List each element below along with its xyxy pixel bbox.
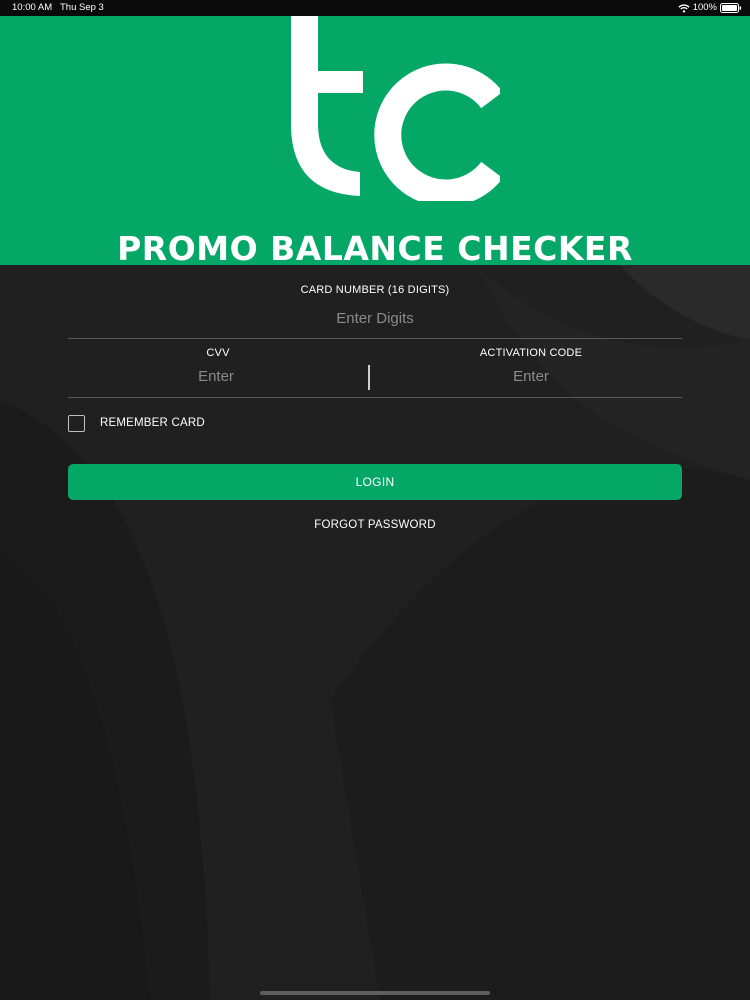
- remember-card-label: REMEMBER CARD: [100, 417, 205, 429]
- status-bar: 10:00 AM Thu Sep 3 100%: [0, 0, 750, 16]
- card-number-input[interactable]: [68, 307, 682, 329]
- checkbox-icon[interactable]: [68, 414, 85, 432]
- tc-logo: [291, 16, 500, 201]
- wifi-icon: [678, 3, 690, 13]
- activation-code-input[interactable]: [381, 365, 681, 387]
- forgot-password-link[interactable]: FORGOT PASSWORD: [0, 519, 750, 531]
- cvv-input[interactable]: [68, 365, 364, 387]
- battery-icon: [720, 3, 742, 13]
- status-date: Thu Sep 3: [60, 2, 104, 13]
- field-separator: [368, 365, 370, 390]
- login-form: CARD NUMBER (16 DIGITS) CVV ACTIVATION C…: [0, 265, 750, 1000]
- card-number-label: CARD NUMBER (16 DIGITS): [300, 284, 450, 296]
- page-title: PROMO BALANCE CHECKER: [117, 229, 633, 265]
- home-indicator: [260, 991, 490, 995]
- cvv-label: CVV: [206, 347, 230, 359]
- remember-card-toggle[interactable]: REMEMBER CARD: [68, 413, 205, 433]
- battery-percentage: 100%: [692, 2, 717, 13]
- header-banner: PROMO BALANCE CHECKER: [0, 16, 750, 265]
- login-button[interactable]: LOGIN: [68, 464, 682, 500]
- status-indicators: 100%: [678, 0, 742, 16]
- cvv-row-divider: [68, 397, 682, 398]
- activation-code-label: ACTIVATION CODE: [479, 347, 583, 359]
- card-number-divider: [68, 338, 682, 339]
- status-time: 10:00 AM: [12, 2, 53, 13]
